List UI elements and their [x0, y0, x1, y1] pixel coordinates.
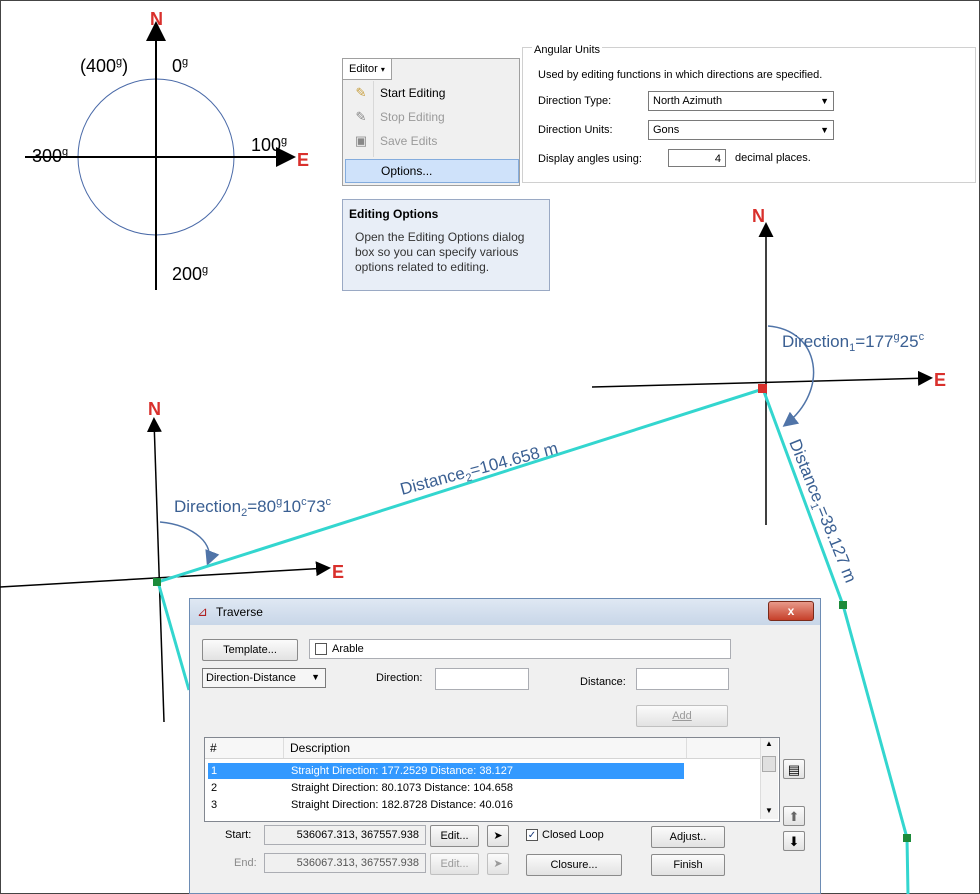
decimal-places-input[interactable]: 4 [668, 149, 726, 167]
save-icon: ▣ [354, 133, 368, 148]
column-number[interactable]: # [210, 741, 217, 755]
angular-units-description: Used by editing functions in which direc… [538, 69, 823, 81]
station-right-axes: N E [591, 206, 946, 525]
closed-loop-checkbox[interactable]: ✓ [526, 829, 538, 841]
east-label-left: E [332, 562, 344, 582]
distance-label: Distance: [580, 676, 626, 688]
display-angles-label: Display angles using: [538, 153, 642, 165]
direction-label: Direction: [376, 672, 423, 684]
angular-units-group: Angular Units Used by editing functions … [522, 44, 976, 183]
scroll-down-icon[interactable]: ▼ [765, 806, 773, 815]
editing-options-tooltip: Editing Options Open the Editing Options… [342, 199, 550, 291]
close-icon: x [787, 604, 795, 618]
list-item[interactable]: 1 Straight Direction: 177.2529 Distance:… [208, 763, 684, 779]
label-200: 200g [172, 264, 208, 284]
list-item[interactable]: 3 Straight Direction: 182.8728 Distance:… [208, 797, 684, 813]
direction-type-label: Direction Type: [538, 95, 612, 107]
template-checkbox[interactable] [315, 643, 327, 655]
direction-units-label: Direction Units: [538, 124, 613, 136]
menu-start-editing[interactable]: ✎ Start Editing [345, 81, 517, 105]
arrow-down-icon: ⬇ [788, 834, 800, 849]
properties-icon: ▤ [787, 762, 801, 777]
closure-button[interactable]: Closure... [526, 854, 622, 876]
compass-rose: N E (400g) 0g 100g 300g 200g [25, 9, 309, 290]
tooltip-title: Editing Options [349, 207, 439, 221]
traverse-course-list[interactable]: # Description 1 Straight Direction: 177.… [204, 737, 780, 822]
pencil-icon: ✎ [355, 85, 367, 100]
label-0: 0g [172, 56, 188, 76]
vertex-start [758, 384, 767, 393]
direction-units-select[interactable]: Gons ▼ [648, 120, 834, 140]
end-label: End: [234, 857, 257, 869]
edit-end-button[interactable]: Edit... [430, 853, 479, 875]
menu-stop-editing[interactable]: ✎ Stop Editing [345, 105, 517, 129]
direction-type-select[interactable]: North Azimuth ▼ [648, 91, 834, 111]
direction1-label: Direction1=177g25c [782, 331, 925, 354]
edit-start-button[interactable]: Edit... [430, 825, 479, 847]
traverse-icon: ⊿ [197, 604, 208, 619]
label-400: (400g) [80, 56, 128, 76]
direction2-arc [159, 521, 220, 566]
pick-start-button[interactable]: ➤ [487, 825, 509, 847]
chevron-down-icon: ▼ [820, 125, 829, 135]
arrow-up-icon: ⬆ [788, 809, 800, 824]
distance-input[interactable] [636, 668, 729, 690]
editor-dropdown-button[interactable]: Editor ▾ [343, 59, 392, 80]
adjust-button[interactable]: Adjust.. [651, 826, 725, 848]
vertex-low [903, 834, 911, 842]
traverse-title: Traverse [216, 605, 263, 619]
north-label-left: N [148, 399, 161, 419]
pick-end-button[interactable]: ➤ [487, 853, 509, 875]
traverse-titlebar[interactable]: ⊿ Traverse x [190, 599, 820, 625]
direction2-label: Direction2=80g10c73c [174, 496, 332, 519]
decimal-places-suffix: decimal places. [735, 152, 811, 164]
label-100: 100g [251, 135, 287, 155]
chevron-down-icon: ▼ [820, 96, 829, 106]
angular-units-title: Angular Units [532, 44, 603, 56]
template-field[interactable]: Arable [309, 639, 731, 659]
east-label-right: E [934, 370, 946, 390]
move-up-button[interactable]: ⬆ [783, 806, 805, 826]
cursor-icon: ➤ [493, 858, 503, 870]
tooltip-text: Open the Editing Options dialog box so y… [355, 230, 525, 274]
start-label: Start: [225, 829, 252, 841]
move-down-button[interactable]: ⬇ [783, 831, 805, 851]
list-item[interactable]: 2 Straight Direction: 80.1073 Distance: … [208, 780, 684, 796]
menu-options[interactable]: Options... [345, 159, 519, 183]
end-coordinates: 536067.313, 367557.938 [264, 853, 426, 873]
scroll-thumb[interactable] [762, 756, 776, 772]
north-label-right: N [752, 206, 765, 226]
scroll-up-icon[interactable]: ▲ [765, 739, 773, 748]
closed-loop-label: Closed Loop [542, 829, 604, 841]
template-button[interactable]: Template... [202, 639, 298, 661]
list-scrollbar[interactable]: ▲ ▼ [760, 738, 778, 819]
mode-select[interactable]: Direction-Distance ▼ [202, 668, 326, 688]
properties-button[interactable]: ▤ [783, 759, 805, 779]
add-button[interactable]: Add [636, 705, 728, 727]
pencil-stop-icon: ✎ [355, 109, 367, 124]
chevron-down-icon: ▾ [380, 65, 385, 74]
finish-button[interactable]: Finish [651, 854, 725, 876]
distance1-label: Distance1=38.127 m [783, 436, 861, 586]
traverse-dialog: ⊿ Traverse x Template... Arable Directio… [189, 598, 821, 894]
close-button[interactable]: x [768, 601, 814, 621]
label-300: 300g [32, 146, 68, 166]
direction-input[interactable] [435, 668, 529, 690]
column-description[interactable]: Description [290, 741, 350, 755]
vertex-left [153, 578, 161, 586]
compass-east-label: E [297, 150, 309, 170]
chevron-down-icon: ▼ [311, 672, 320, 682]
vertex-mid [839, 601, 847, 609]
menu-save-edits[interactable]: ▣ Save Edits [345, 129, 517, 153]
distance2-label: Distance2=104.658 m [398, 438, 561, 501]
list-header: # Description [205, 738, 760, 759]
start-coordinates: 536067.313, 367557.938 [264, 825, 426, 845]
editor-menu: Editor ▾ ✎ Start Editing ✎ Stop Editing … [342, 58, 520, 186]
cursor-icon: ➤ [493, 830, 503, 842]
compass-north-label: N [150, 9, 163, 29]
